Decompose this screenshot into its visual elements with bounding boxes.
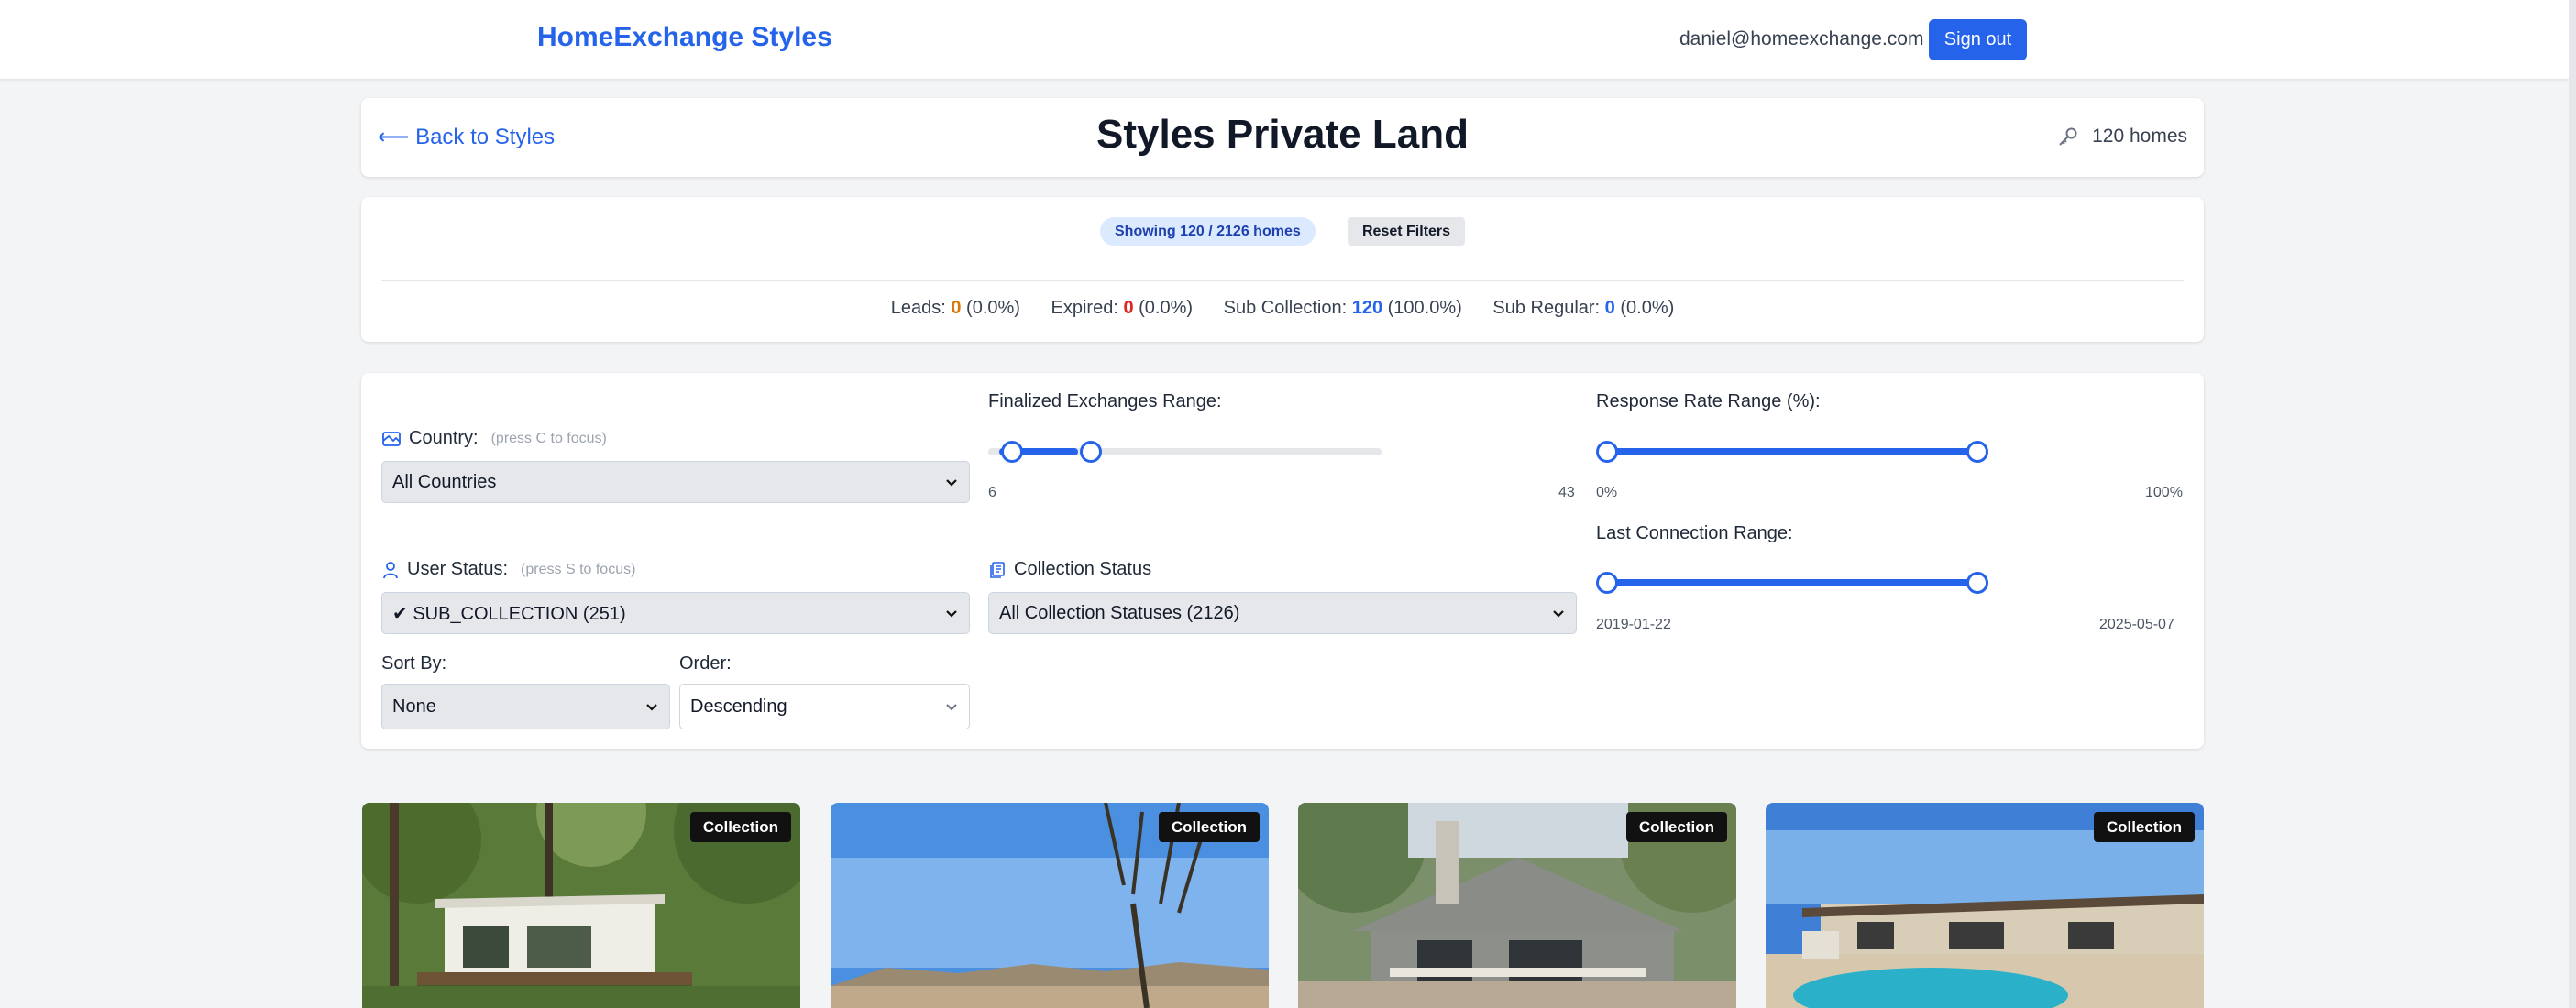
response-rate-min-handle[interactable] <box>1596 441 1618 463</box>
map-icon <box>382 431 401 446</box>
chevron-down-icon <box>946 704 957 711</box>
homes-count: 120 homes <box>2057 126 2187 148</box>
key-icon <box>2059 127 2077 146</box>
country-select[interactable]: All Countries <box>381 461 970 503</box>
collection-status-select[interactable]: All Collection Statuses (2126) <box>988 592 1577 634</box>
finalized-min-label: 6 <box>988 485 996 500</box>
collection-badge: Collection <box>1158 812 1260 842</box>
listing-card[interactable]: Collection <box>1298 803 1736 1008</box>
order-select[interactable]: Descending <box>679 684 970 729</box>
sort-by-select[interactable]: None <box>381 684 670 729</box>
page-title: Styles Private Land <box>1096 112 1469 157</box>
reset-filters-button[interactable]: Reset Filters <box>1348 217 1466 246</box>
listing-card[interactable]: Collection <box>831 803 1269 1008</box>
user-email: daniel@homeexchange.com <box>1679 28 1924 49</box>
user-status-label: User Status: (press S to focus) <box>381 559 635 580</box>
brand-logo[interactable]: HomeExchange Styles <box>537 22 832 53</box>
stat-expired: Expired: 0 (0.0%) <box>1051 298 1194 318</box>
user-status-select[interactable]: ✔ SUB_COLLECTION (251) <box>381 592 970 634</box>
chevron-down-icon <box>646 704 657 711</box>
last-connection-min-label: 2019-01-22 <box>1596 617 1671 632</box>
collection-badge: Collection <box>689 812 791 842</box>
divider <box>381 280 2184 281</box>
stat-leads: Leads: 0 (0.0%) <box>890 298 1020 318</box>
sort-by-label: Sort By: <box>381 653 447 674</box>
collection-icon <box>990 561 1005 578</box>
finalized-range-max-handle[interactable] <box>1080 441 1102 463</box>
country-label: Country: (press C to focus) <box>381 428 607 449</box>
collection-status-label: Collection Status <box>988 559 1151 580</box>
finalized-range-label: Finalized Exchanges Range: <box>988 391 1222 411</box>
filters-panel: Country: (press C to focus) All Countries… <box>361 373 2204 749</box>
stats-row: Leads: 0 (0.0%) Expired: 0 (0.0%) Sub Co… <box>361 298 2204 319</box>
listing-card[interactable]: Collection <box>362 803 800 1008</box>
chevron-down-icon <box>946 610 957 618</box>
stat-sub-regular: Sub Regular: 0 (0.0%) <box>1492 298 1675 318</box>
collection-badge: Collection <box>2093 812 2195 842</box>
finalized-max-label: 43 <box>1558 485 1575 500</box>
last-connection-min-handle[interactable] <box>1596 572 1618 594</box>
response-rate-max-handle[interactable] <box>1966 441 1988 463</box>
homes-count-label: 120 homes <box>2092 126 2187 147</box>
last-connection-label: Last Connection Range: <box>1596 523 1793 543</box>
page-header: ⟵ Back to Styles Styles Private Land 120… <box>361 98 2204 177</box>
showing-count-badge: Showing 120 / 2126 homes <box>1100 217 1316 246</box>
response-rate-label: Response Rate Range (%): <box>1596 391 1821 411</box>
chevron-down-icon <box>1553 610 1564 618</box>
last-connection-max-label: 2025-05-07 <box>2099 617 2174 632</box>
sign-out-button[interactable]: Sign out <box>1929 19 2027 60</box>
summary-card: Showing 120 / 2126 homes Reset Filters L… <box>361 197 2204 342</box>
collection-badge: Collection <box>1625 812 1727 842</box>
response-rate-min-label: 0% <box>1596 485 1618 500</box>
finalized-range-min-handle[interactable] <box>1001 441 1023 463</box>
last-connection-max-handle[interactable] <box>1966 572 1988 594</box>
response-rate-max-label: 100% <box>2145 485 2183 500</box>
last-connection-fill <box>1607 579 1977 586</box>
listing-card[interactable]: Collection <box>1766 803 2204 1008</box>
stat-sub-collection: Sub Collection: 120 (100.0%) <box>1223 298 1462 318</box>
order-label: Order: <box>679 653 732 674</box>
chevron-down-icon <box>946 479 957 487</box>
scrollbar[interactable] <box>2569 0 2576 1008</box>
response-rate-fill <box>1607 448 1977 455</box>
top-navbar: HomeExchange Styles daniel@homeexchange.… <box>0 0 2569 80</box>
user-icon <box>383 561 398 578</box>
